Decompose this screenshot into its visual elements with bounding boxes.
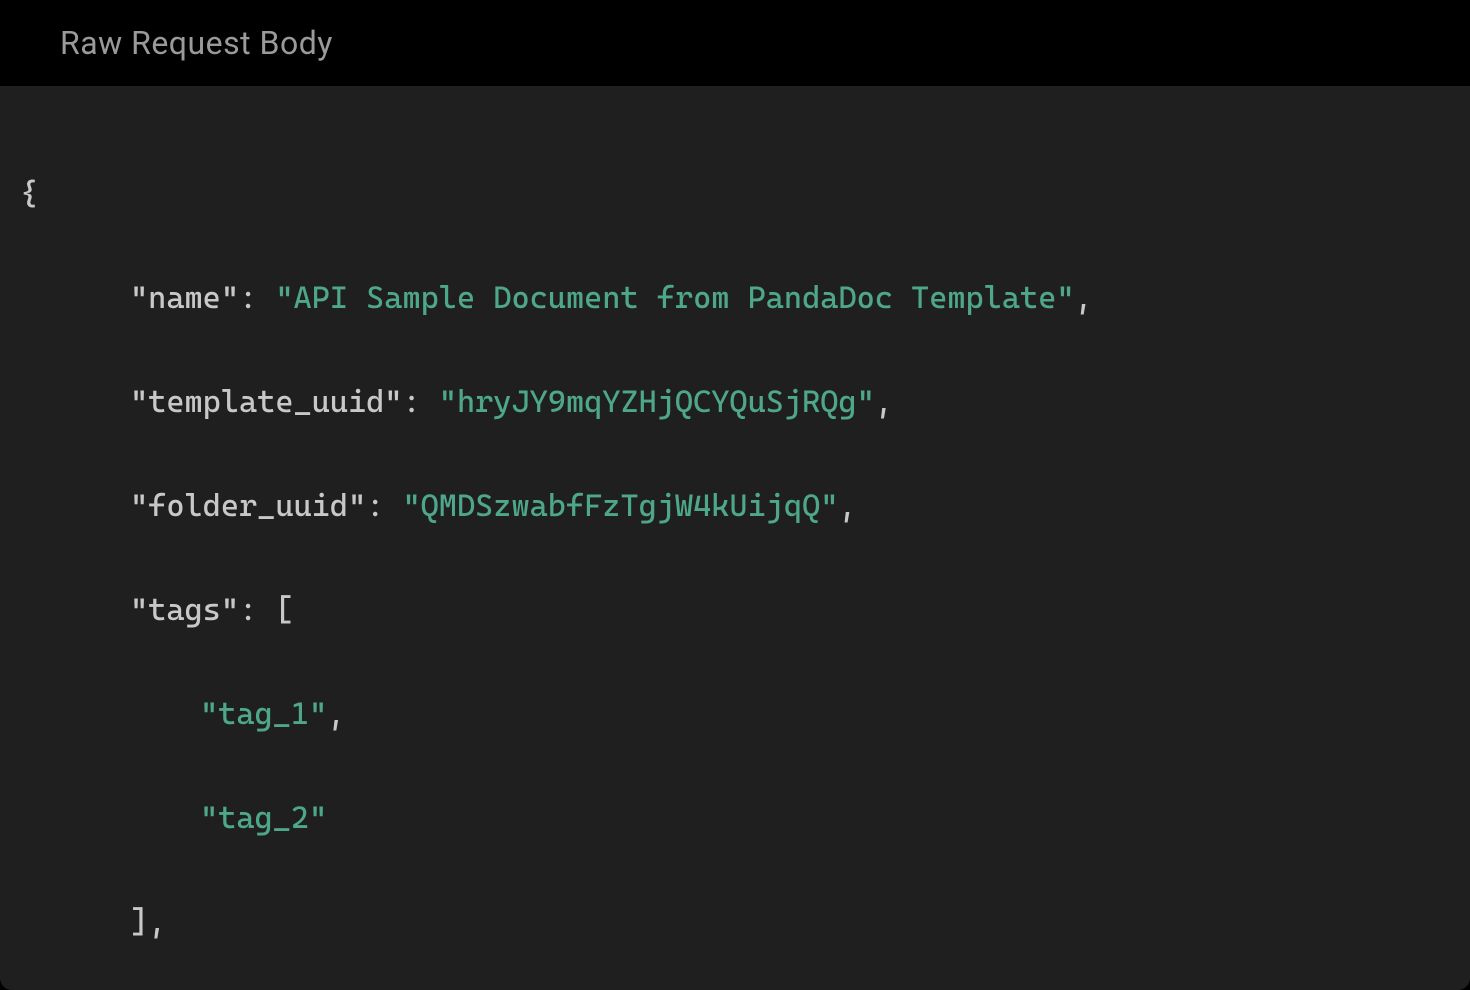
- json-val-template-uuid: "hryJY9mqYZHjQCYQuSjRQg": [439, 384, 875, 420]
- code-line: {: [20, 168, 1450, 220]
- bracket-close: ],: [130, 904, 166, 940]
- json-key-tags: "tags": [130, 592, 239, 628]
- brace-open: {: [20, 176, 38, 212]
- code-line: "tag_2": [20, 792, 1450, 844]
- json-val-name: "API Sample Document from PandaDoc Templ…: [275, 280, 1074, 316]
- code-line: "template_uuid": "hryJY9mqYZHjQCYQuSjRQg…: [20, 376, 1450, 428]
- json-key-name: "name": [130, 280, 239, 316]
- json-val-tag2: "tag_2": [200, 800, 327, 836]
- panel-header: Raw Request Body: [0, 0, 1470, 86]
- json-code-block[interactable]: { "name": "API Sample Document from Pand…: [20, 116, 1450, 990]
- raw-request-panel: Raw Request Body { "name": "API Sample D…: [0, 0, 1470, 990]
- code-line: "name": "API Sample Document from PandaD…: [20, 272, 1450, 324]
- bracket-open: [: [275, 592, 293, 628]
- code-line: "tag_1",: [20, 688, 1450, 740]
- json-val-folder-uuid: "QMDSzwabfFzTgjW4kUijqQ": [402, 488, 838, 524]
- json-key-folder-uuid: "folder_uuid": [130, 488, 366, 524]
- json-val-tag1: "tag_1": [200, 696, 327, 732]
- code-line: "folder_uuid": "QMDSzwabfFzTgjW4kUijqQ",: [20, 480, 1450, 532]
- panel-title: Raw Request Body: [60, 24, 1410, 62]
- panel-body[interactable]: { "name": "API Sample Document from Pand…: [0, 86, 1470, 990]
- code-line: "tags": [: [20, 584, 1450, 636]
- json-key-template-uuid: "template_uuid": [130, 384, 402, 420]
- code-line: ],: [20, 896, 1450, 948]
